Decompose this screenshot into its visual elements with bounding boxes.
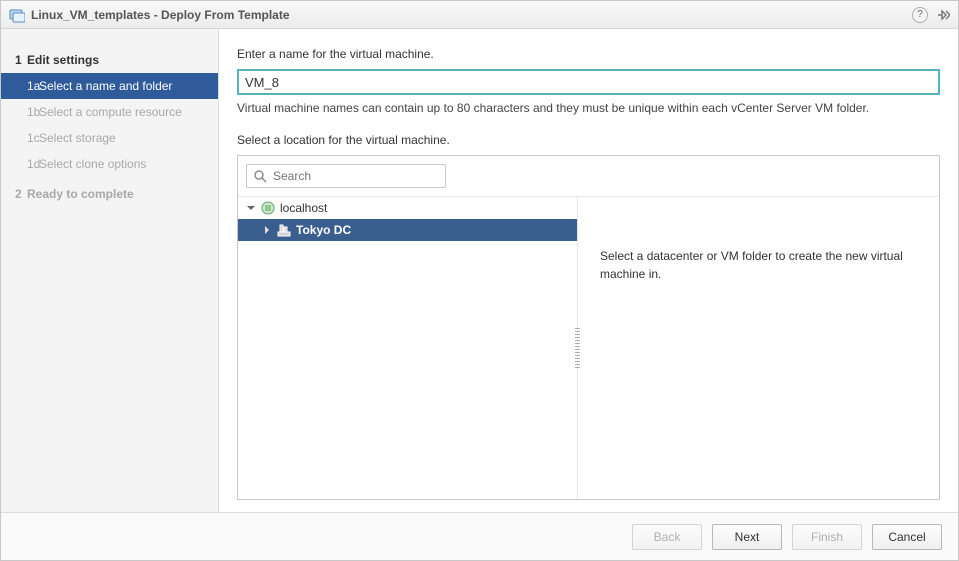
splitter-handle[interactable] xyxy=(575,328,580,368)
cancel-button[interactable]: Cancel xyxy=(872,524,942,550)
help-icon[interactable]: ? xyxy=(912,7,928,23)
inventory-tree[interactable]: localhost Tokyo DC xyxy=(238,197,578,499)
search-input[interactable] xyxy=(273,169,439,183)
tree-node-label: Tokyo DC xyxy=(296,223,351,237)
deploy-from-template-dialog: Linux_VM_templates - Deploy From Templat… xyxy=(0,0,959,561)
vm-name-hint: Virtual machine names can contain up to … xyxy=(237,101,940,115)
chevron-down-icon[interactable] xyxy=(246,203,256,213)
vcenter-icon xyxy=(260,200,276,216)
datacenter-icon xyxy=(276,222,292,238)
wizard-sidebar: 1 Edit settings 1a Select a name and fol… xyxy=(1,29,219,512)
vm-name-prompt: Enter a name for the virtual machine. xyxy=(237,47,940,61)
main-panel: Enter a name for the virtual machine. Vi… xyxy=(219,29,958,512)
tree-node-root[interactable]: localhost xyxy=(238,197,577,219)
tree-node-datacenter[interactable]: Tokyo DC xyxy=(238,219,577,241)
vm-name-input[interactable] xyxy=(237,69,940,95)
location-description: Select a datacenter or VM folder to crea… xyxy=(600,249,903,281)
tree-node-label: localhost xyxy=(280,201,327,215)
search-field-wrap xyxy=(246,164,446,188)
finish-button: Finish xyxy=(792,524,862,550)
pin-icon[interactable] xyxy=(936,8,950,22)
search-icon xyxy=(253,169,267,183)
window-title: Linux_VM_templates - Deploy From Templat… xyxy=(31,8,290,22)
chevron-right-icon[interactable] xyxy=(262,225,272,235)
vm-template-icon xyxy=(9,7,25,23)
next-button[interactable]: Next xyxy=(712,524,782,550)
step-1a-select-name-folder[interactable]: 1a Select a name and folder xyxy=(1,73,218,99)
step-1-edit-settings[interactable]: 1 Edit settings xyxy=(1,47,218,73)
wizard-footer: Back Next Finish Cancel xyxy=(1,512,958,560)
step-2-ready-to-complete: 2 Ready to complete xyxy=(1,181,218,207)
title-bar: Linux_VM_templates - Deploy From Templat… xyxy=(1,1,958,29)
step-1c-select-storage: 1c Select storage xyxy=(1,125,218,151)
back-button: Back xyxy=(632,524,702,550)
step-1d-select-clone-options: 1d Select clone options xyxy=(1,151,218,177)
location-prompt: Select a location for the virtual machin… xyxy=(237,133,940,147)
location-box: localhost Tokyo DC xyxy=(237,155,940,500)
location-description-pane: Select a datacenter or VM folder to crea… xyxy=(578,197,939,499)
step-1b-select-compute-resource: 1b Select a compute resource xyxy=(1,99,218,125)
